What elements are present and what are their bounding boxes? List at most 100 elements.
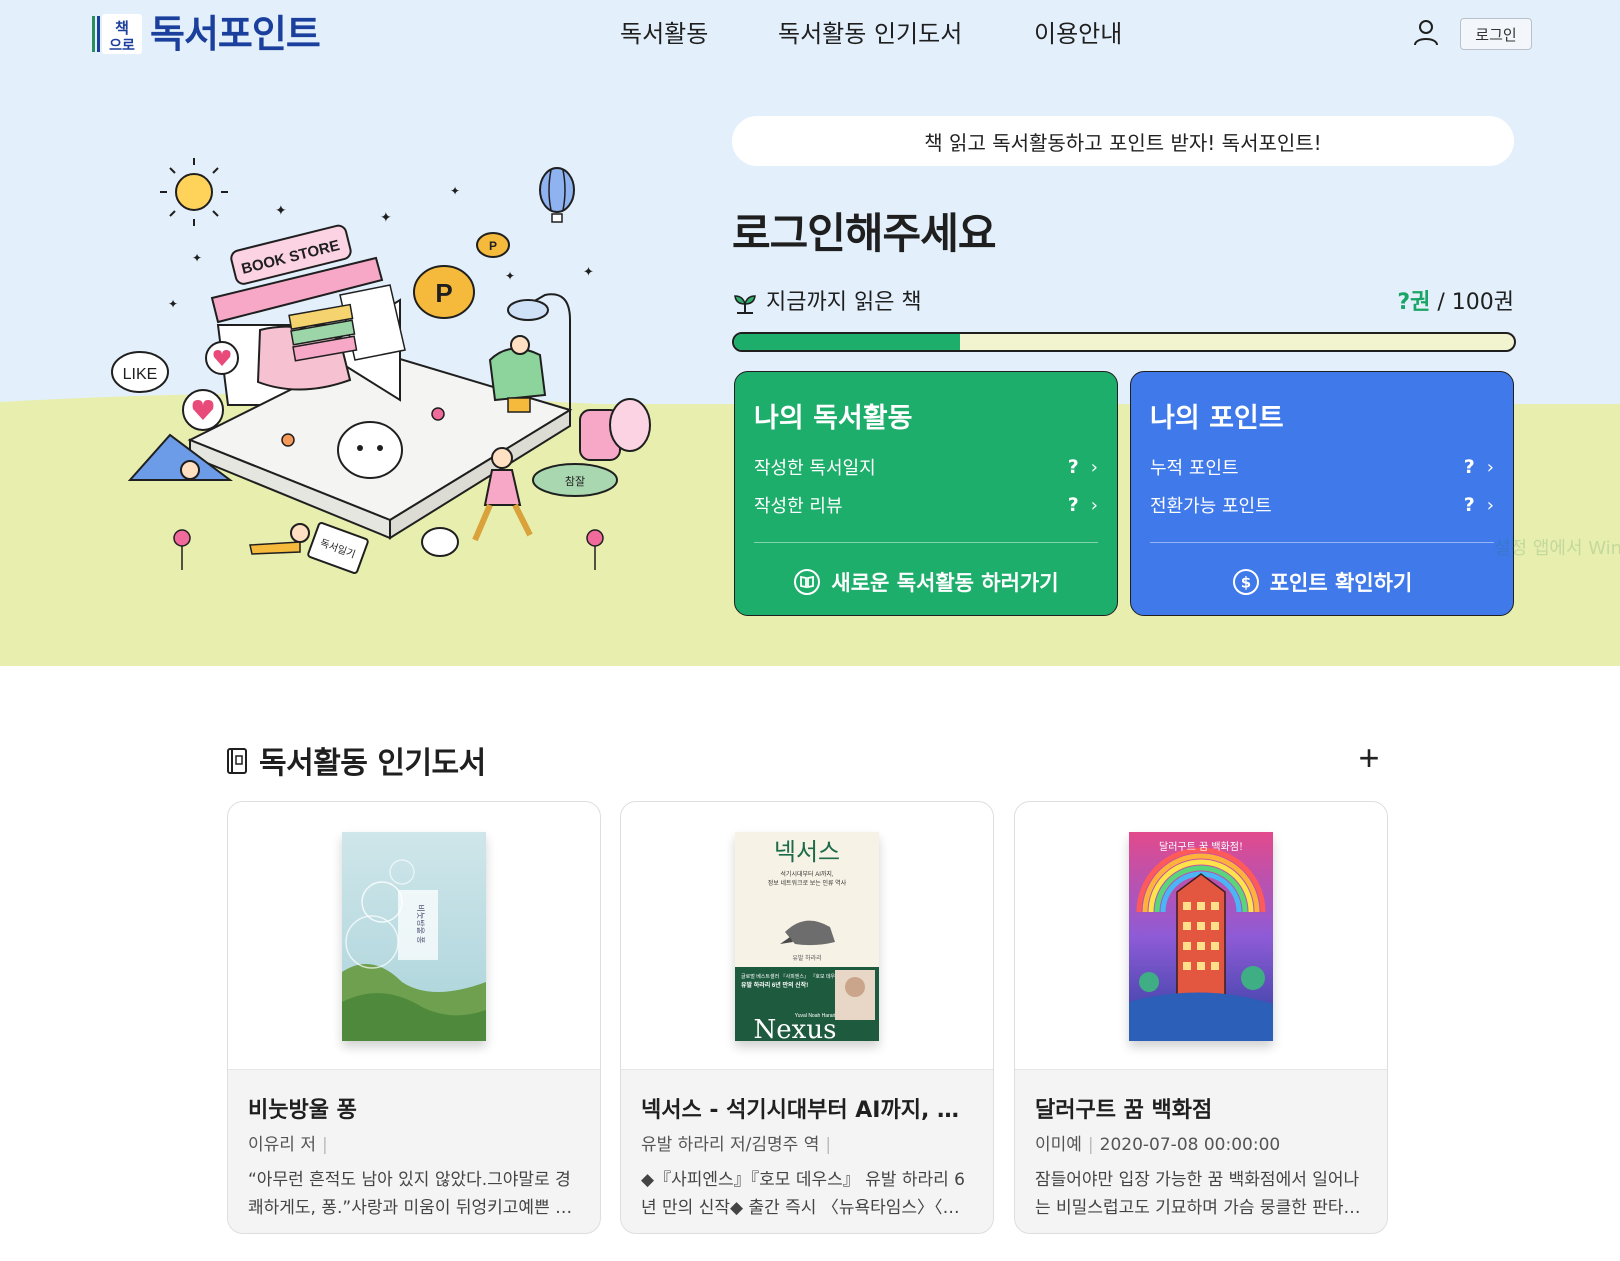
book-cover: 넥서스 석기시대부터 AI까지, 정보 네트워크로 보는 인류 역사 유발 하라… [735, 832, 879, 1041]
coin-letter: P [489, 239, 497, 253]
book-meta: 유발 하라리 저/김명주 역 | [641, 1130, 973, 1155]
row-value: ? [1463, 456, 1475, 478]
book-meta: 이미예 | 2020-07-08 00:00:00 [1035, 1130, 1367, 1155]
check-points-label: 포인트 확인하기 [1269, 571, 1413, 595]
more-books-plus-icon[interactable]: + [1349, 736, 1389, 780]
hero-illustration: ✦ ✦ ✦✦ ✦✦ ✦ P P BOOK STORE LIKE 참잘 독서일기 [111, 158, 651, 574]
section-title: 독서활동 인기도서 [259, 746, 486, 781]
new-activity-label: 새로운 독서활동 하러가기 [831, 571, 1059, 595]
book-card[interactable]: 달러구트 꿈 백화점! 달러구트 꿈 백화점 이미예 | 2020-07-08 00… [1014, 801, 1388, 1234]
windows-activation-watermark: 설정 앱에서 Windows 정품 인증 [1494, 538, 1620, 559]
card-title: 나의 포인트 [1150, 403, 1284, 434]
chevron-right-icon: › [1090, 494, 1098, 516]
svg-text:✦: ✦ [192, 251, 202, 265]
check-points-button[interactable]: $ 포인트 확인하기 [1131, 562, 1513, 602]
convertible-points-row[interactable]: 전환가능 포인트 ? › [1150, 490, 1494, 520]
book-title: 넥서스 - 석기시대부터 AI까지, 정보 네트워크로 보는 인류 역사 [641, 1098, 973, 1123]
new-activity-button[interactable]: 새로운 독서활동 하러가기 [735, 562, 1117, 602]
row-value-group: ? › [1464, 456, 1494, 478]
cover-band-2: 유발 하라리 6년 만의 신작! [741, 981, 808, 989]
row-value-group: ? › [1068, 494, 1098, 516]
book-icon [227, 748, 247, 774]
books-read-row: 지금까지 읽은 책 ?권 / 100권 [732, 288, 1514, 318]
svg-text:✦: ✦ [583, 264, 594, 279]
book-card[interactable]: 넥서스 석기시대부터 AI까지, 정보 네트워크로 보는 인류 역사 유발 하라… [620, 801, 994, 1234]
svg-text:✦: ✦ [275, 202, 287, 218]
hot-air-balloon-icon [539, 167, 575, 223]
row-value: ? [1463, 494, 1475, 516]
cover-author: 유발 하라리 [792, 954, 821, 962]
reading-progress-fill [734, 334, 961, 350]
book-description: ◆『사피엔스』『호모 데우스』 유발 하라리 6년 만의 신작◆ 출간 즉시 〈… [641, 1170, 965, 1218]
book-title: 비눗방울 퐁 [248, 1098, 357, 1123]
row-label: 전환가능 포인트 [1150, 496, 1272, 517]
meta-separator: | [825, 1135, 832, 1155]
chevron-right-icon: › [1486, 494, 1494, 516]
book-cover-area: 넥서스 석기시대부터 AI까지, 정보 네트워크로 보는 인류 역사 유발 하라… [621, 802, 993, 1070]
login-prompt: 로그인해주세요 [732, 209, 996, 258]
sun-icon [160, 158, 228, 226]
sprout-icon [734, 295, 756, 314]
big-coin-letter: P [435, 278, 452, 308]
card-divider [1150, 542, 1494, 543]
cover-title: 넥서스 [774, 838, 840, 866]
book-author: 이미예 [1035, 1135, 1082, 1155]
card-title: 나의 독서활동 [754, 403, 913, 434]
hero-section: 책 으로 독서포인트 독서활동 독서활동 인기도서 이용안내 로그인 ✦ ✦ ✦… [0, 0, 1620, 666]
site-header: 책 으로 독서포인트 독서활동 독서활동 인기도서 이용안내 로그인 [0, 0, 1620, 70]
book-cover-area: 달러구트 꿈 백화점! [1015, 802, 1387, 1070]
coin-icon: P P [413, 232, 510, 319]
row-label: 작성한 리뷰 [754, 496, 843, 517]
reading-progress-bar [732, 332, 1516, 352]
book-cover: 비눗방울 퐁 [342, 832, 486, 1041]
book-cover: 달러구트 꿈 백화점! [1129, 832, 1273, 1041]
login-button[interactable]: 로그인 [1460, 18, 1532, 50]
books-read-count: ?권 / 100권 [1397, 288, 1514, 318]
books-read-value: ?권 [1397, 290, 1431, 315]
chevron-right-icon: › [1486, 456, 1494, 478]
popular-books-header: 독서활동 인기도서 + [227, 736, 1389, 781]
like-text: LIKE [123, 366, 158, 383]
accumulated-points-row[interactable]: 누적 포인트 ? › [1150, 452, 1494, 482]
my-reading-activity-card: 나의 독서활동 작성한 독서일지 ? › 작성한 리뷰 ? › 새로운 독서활동… [734, 371, 1118, 616]
my-points-card: 나의 포인트 누적 포인트 ? › 전환가능 포인트 ? › $ 포인트 확인하… [1130, 371, 1514, 616]
diary-icon: 독서일기 [249, 522, 369, 574]
meta-separator: | [1087, 1135, 1094, 1155]
book-card[interactable]: 비눗방울 퐁 비눗방울 퐁 이유리 저 | “아무런 흔적도 남아 있지 않았다.… [227, 801, 601, 1234]
meta-separator: | [321, 1135, 328, 1155]
book-date: 2020-07-08 00:00:00 [1099, 1135, 1281, 1155]
row-label: 누적 포인트 [1150, 458, 1239, 479]
row-value: ? [1067, 494, 1079, 516]
nav-activity[interactable]: 독서활동 [620, 16, 708, 52]
book-stack-icon [256, 303, 358, 391]
card-divider [754, 542, 1098, 543]
written-journal-row[interactable]: 작성한 독서일지 ? › [754, 452, 1098, 482]
dollar-circle-icon: $ [1232, 569, 1259, 595]
book-author: 이유리 저 [248, 1135, 316, 1155]
books-read-total: / 100권 [1437, 290, 1514, 315]
row-label: 작성한 독서일지 [754, 458, 876, 479]
svg-text:✦: ✦ [505, 269, 515, 283]
svg-text:✦: ✦ [380, 209, 392, 225]
row-value-group: ? › [1464, 494, 1494, 516]
book-description: “아무런 흔적도 남아 있지 않았다.그야말로 경쾌하게도, 퐁.”사랑과 미움… [248, 1170, 571, 1218]
user-icon[interactable] [1412, 18, 1440, 46]
written-review-row[interactable]: 작성한 리뷰 ? › [754, 490, 1098, 520]
cover-text: 달러구트 꿈 백화점! [1159, 841, 1243, 853]
slogan-banner: 책 읽고 독서활동하고 포인트 받자! 독서포인트! [732, 116, 1514, 166]
chevron-right-icon: › [1090, 456, 1098, 478]
svg-text:✦: ✦ [450, 184, 460, 198]
books-read-label: 지금까지 읽은 책 [766, 290, 922, 315]
svg-text:✦: ✦ [168, 297, 178, 311]
stamp-text: 참잘 [565, 475, 585, 488]
cover-subtitle-1: 석기시대부터 AI까지, [780, 870, 833, 878]
row-value-group: ? › [1068, 456, 1098, 478]
cover-en-title: Nexus [754, 1015, 837, 1041]
nav-guide[interactable]: 이용안내 [1034, 16, 1122, 52]
like-bubble-icon: LIKE [111, 351, 169, 393]
main-nav: 독서활동 독서활동 인기도서 이용안내 [0, 16, 1620, 52]
nav-popular-books[interactable]: 독서활동 인기도서 [778, 16, 962, 52]
book-cover-area: 비눗방울 퐁 [228, 802, 600, 1070]
book-circle-icon [794, 569, 821, 595]
cover-band-1: 글로벌 베스트셀러 『사피엔스』 『호모 데우스』 [741, 973, 845, 980]
